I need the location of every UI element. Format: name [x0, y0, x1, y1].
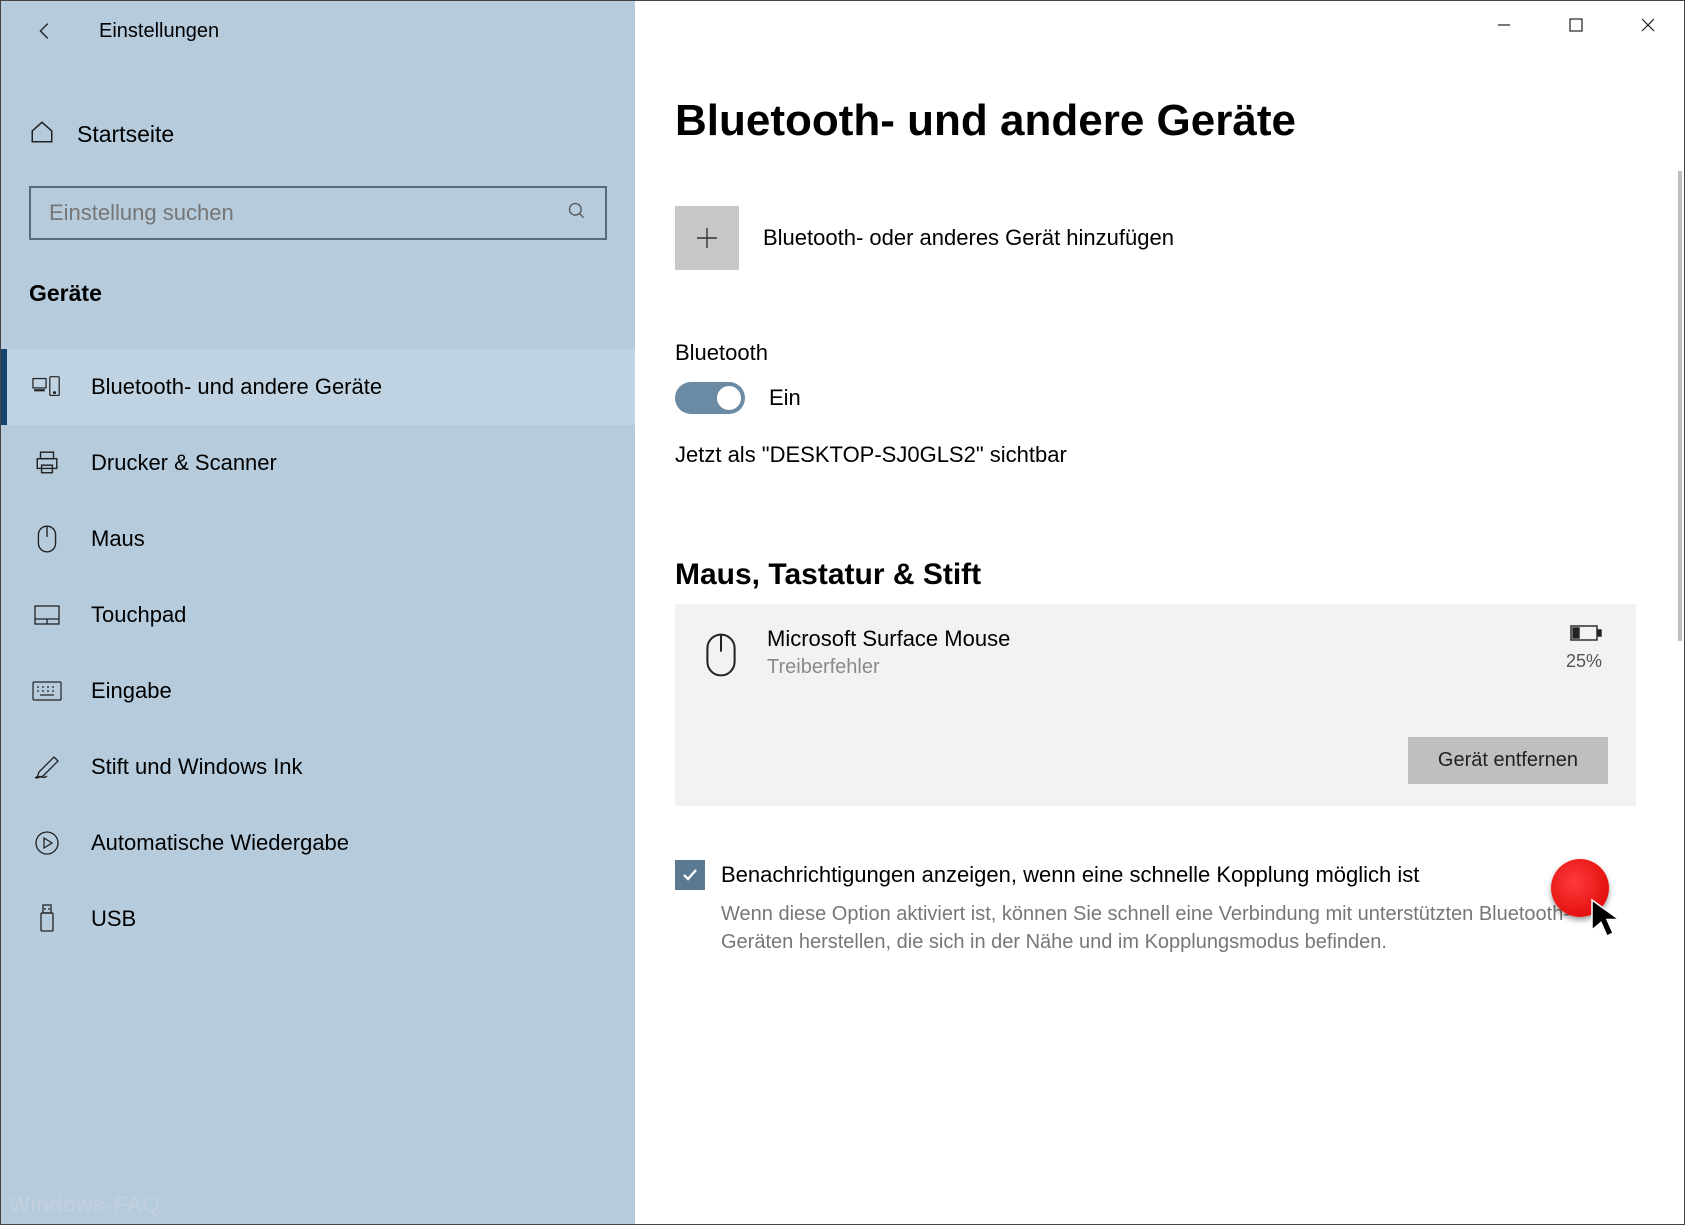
- sidebar-item-usb[interactable]: USB: [1, 881, 635, 957]
- sidebar-item-pen[interactable]: Stift und Windows Ink: [1, 729, 635, 805]
- remove-device-button[interactable]: Gerät entfernen: [1408, 737, 1608, 784]
- maximize-button[interactable]: [1540, 1, 1612, 49]
- add-device-label: Bluetooth- oder anderes Gerät hinzufügen: [763, 225, 1174, 251]
- sidebar-item-label: Touchpad: [91, 602, 186, 628]
- sidebar-item-typing[interactable]: Eingabe: [1, 653, 635, 729]
- touchpad-icon: [31, 599, 63, 631]
- bluetooth-toggle-label: Ein: [769, 385, 801, 411]
- mouse-icon: [697, 626, 745, 684]
- bluetooth-toggle[interactable]: [675, 382, 745, 414]
- battery-indicator: 25%: [1566, 624, 1602, 672]
- battery-icon: [1570, 629, 1602, 646]
- page-title: Bluetooth- und andere Geräte: [675, 96, 1636, 146]
- sidebar-nav: Bluetooth- und andere Geräte Drucker & S…: [1, 349, 635, 957]
- scrollbar[interactable]: [1678, 171, 1682, 641]
- notify-checkbox-label: Benachrichtigungen anzeigen, wenn eine s…: [721, 860, 1419, 890]
- sidebar-item-printers[interactable]: Drucker & Scanner: [1, 425, 635, 501]
- titlebar: Einstellungen: [1, 1, 635, 61]
- sidebar: Einstellungen Startseite Geräte Bluetoot…: [1, 1, 635, 1224]
- sidebar-item-label: Bluetooth- und andere Geräte: [91, 374, 382, 400]
- pen-icon: [31, 751, 63, 783]
- sidebar-item-label: Automatische Wiedergabe: [91, 830, 349, 856]
- sidebar-home[interactable]: Startseite: [1, 101, 635, 168]
- sidebar-item-mouse[interactable]: Maus: [1, 501, 635, 577]
- watermark: Windows-FAQ: [9, 1192, 161, 1218]
- window-controls: [1468, 1, 1684, 49]
- device-group-heading: Maus, Tastatur & Stift: [675, 558, 1636, 592]
- back-button[interactable]: [21, 7, 69, 55]
- sidebar-item-label: Maus: [91, 526, 145, 552]
- search-input[interactable]: [49, 200, 479, 226]
- usb-icon: [31, 903, 63, 935]
- add-device-button[interactable]: Bluetooth- oder anderes Gerät hinzufügen: [675, 206, 1636, 270]
- device-card[interactable]: Microsoft Surface Mouse Treiberfehler 25…: [675, 604, 1636, 806]
- visibility-text: Jetzt als "DESKTOP-SJ0GLS2" sichtbar: [675, 442, 1636, 468]
- home-icon: [29, 119, 55, 150]
- autoplay-icon: [31, 827, 63, 859]
- close-button[interactable]: [1612, 1, 1684, 49]
- bluetooth-heading: Bluetooth: [675, 340, 1636, 366]
- sidebar-item-autoplay[interactable]: Automatische Wiedergabe: [1, 805, 635, 881]
- sidebar-section-label: Geräte: [1, 258, 635, 329]
- sidebar-home-label: Startseite: [77, 121, 174, 148]
- sidebar-item-label: Drucker & Scanner: [91, 450, 277, 476]
- sidebar-item-label: Eingabe: [91, 678, 172, 704]
- minimize-button[interactable]: [1468, 1, 1540, 49]
- devices-icon: [31, 371, 63, 403]
- search-box[interactable]: [29, 186, 607, 240]
- sidebar-item-bluetooth[interactable]: Bluetooth- und andere Geräte: [1, 349, 635, 425]
- content-pane: Bluetooth- und andere Geräte Bluetooth- …: [635, 1, 1684, 1224]
- sidebar-item-touchpad[interactable]: Touchpad: [1, 577, 635, 653]
- notify-checkbox-desc: Wenn diese Option aktiviert ist, können …: [721, 900, 1571, 956]
- mouse-icon: [31, 523, 63, 555]
- keyboard-icon: [31, 675, 63, 707]
- sidebar-item-label: Stift und Windows Ink: [91, 754, 303, 780]
- search-icon: [567, 201, 587, 226]
- notify-checkbox[interactable]: [675, 860, 705, 890]
- battery-percent: 25%: [1566, 651, 1602, 672]
- cursor-icon: [1589, 897, 1625, 944]
- sidebar-item-label: USB: [91, 906, 136, 932]
- app-title: Einstellungen: [99, 20, 219, 43]
- plus-icon: [675, 206, 739, 270]
- device-status: Treiberfehler: [767, 656, 1010, 679]
- printer-icon: [31, 447, 63, 479]
- device-name: Microsoft Surface Mouse: [767, 626, 1010, 652]
